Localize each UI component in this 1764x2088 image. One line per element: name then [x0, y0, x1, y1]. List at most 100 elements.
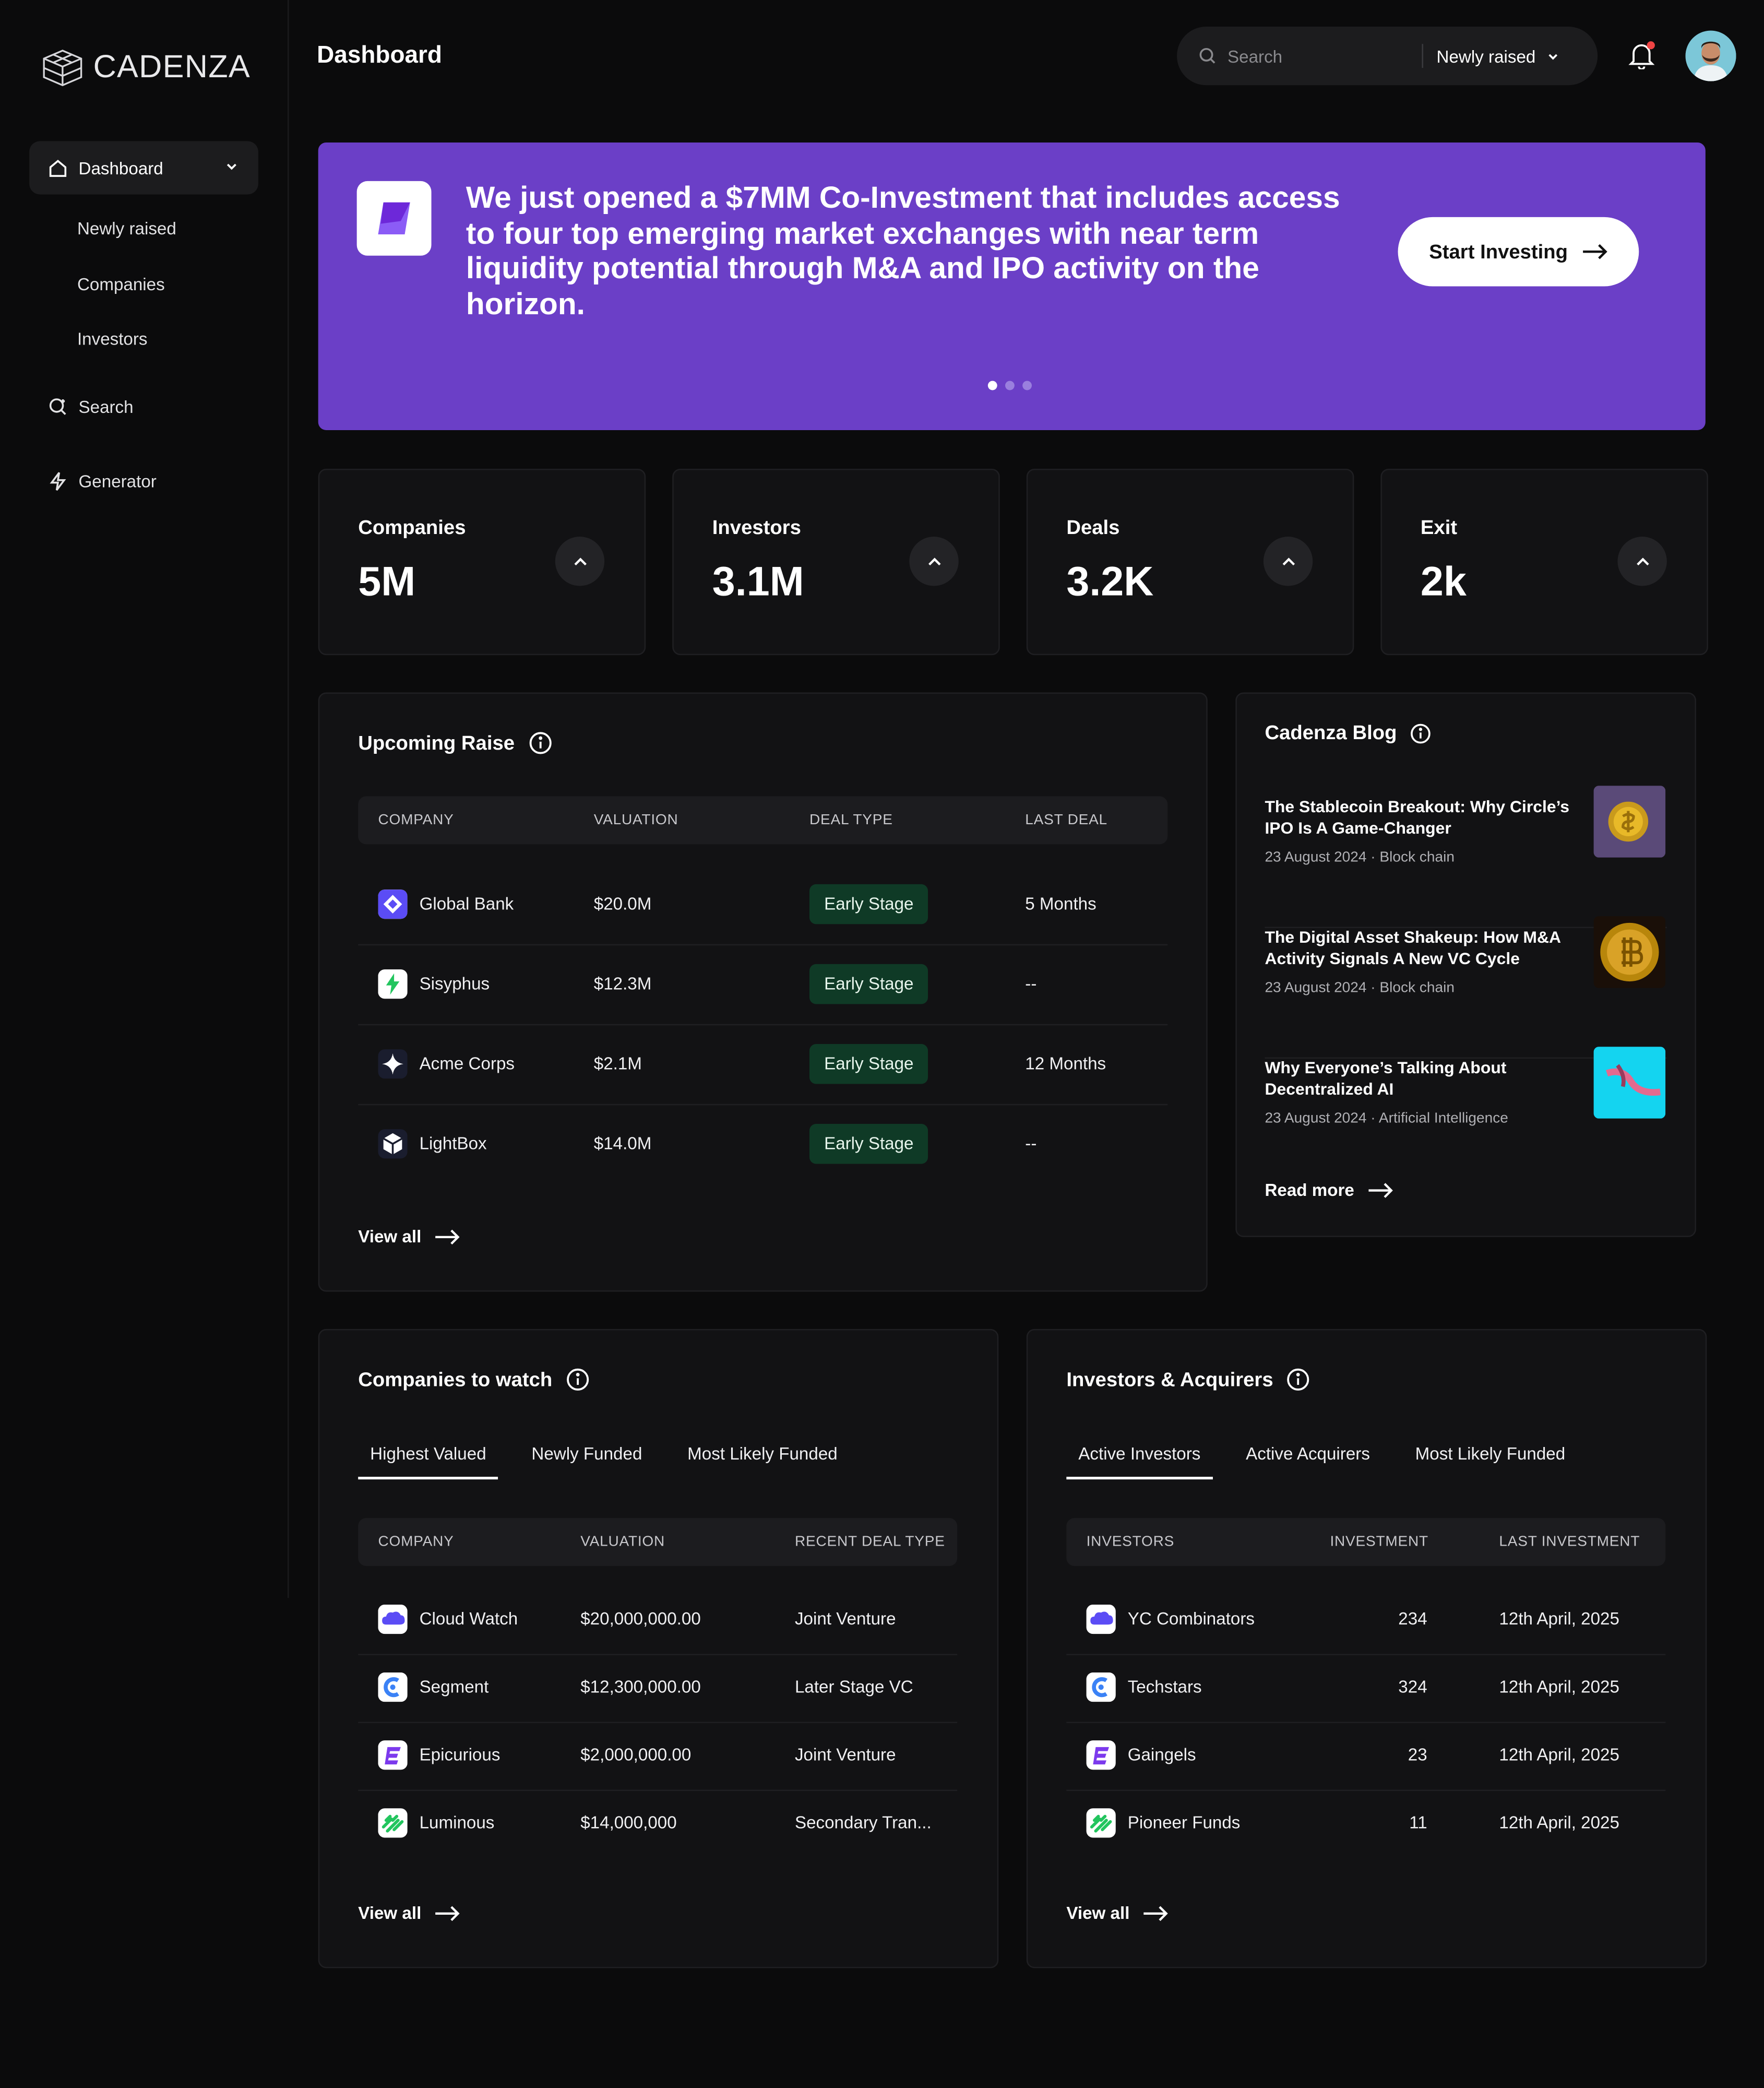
read-more-label: Read more	[1265, 1180, 1354, 1200]
table-row[interactable]: Sisyphus $12.3M Early Stage --	[358, 944, 1168, 1026]
notifications-button[interactable]	[1627, 40, 1656, 69]
table-row[interactable]: Pioneer Funds 11 12th April, 2025	[1066, 1790, 1665, 1858]
stat-toggle-button[interactable]	[1263, 537, 1313, 586]
blog-post-title[interactable]: The Digital Asset Shakeup: How M&A Activ…	[1265, 927, 1579, 969]
table-row[interactable]: Gaingels 23 12th April, 2025	[1066, 1722, 1666, 1792]
info-icon[interactable]	[1410, 722, 1432, 744]
stat-toggle-button[interactable]	[909, 537, 959, 586]
blog-post-thumbnail[interactable]	[1593, 786, 1666, 858]
stat-value: 3.2K	[1066, 557, 1154, 605]
blog-post[interactable]: The Stablecoin Breakout: Why Circle’s IP…	[1265, 786, 1667, 929]
chevron-down-icon	[1549, 53, 1558, 60]
blog-post-title[interactable]: Why Everyone’s Talking About Decentraliz…	[1265, 1057, 1579, 1100]
stat-value: 5M	[358, 557, 416, 605]
filter-select[interactable]: Newly raised	[1437, 46, 1561, 66]
sidebar-subitem-newly-raised[interactable]: Newly raised	[77, 218, 176, 238]
sidebar-item-search[interactable]: Search	[48, 397, 134, 417]
column-header[interactable]: VALUATION	[594, 812, 678, 828]
stat-toggle-button[interactable]	[555, 537, 605, 586]
bitcoin-image-icon	[1593, 916, 1666, 988]
start-investing-button[interactable]: Start Investing	[1398, 217, 1639, 287]
blog-post-title[interactable]: The Stablecoin Breakout: Why Circle’s IP…	[1265, 796, 1579, 839]
sidebar-subitem-companies[interactable]: Companies	[77, 275, 165, 294]
column-header[interactable]: DEAL TYPE	[809, 812, 893, 828]
valuation: $12.3M	[593, 973, 652, 994]
column-header[interactable]: COMPANY	[378, 1534, 454, 1550]
last-deal: 12 Months	[1025, 1053, 1106, 1074]
investment-count: 234	[1398, 1608, 1427, 1629]
table-row[interactable]: LightBox $14.0M Early Stage --	[358, 1104, 1167, 1184]
table-row[interactable]: Luminous $14,000,000 Secondary Tran...	[358, 1790, 957, 1858]
avatar[interactable]	[1685, 30, 1736, 81]
company-name: Cloud Watch	[419, 1608, 518, 1629]
company-name: Segment	[419, 1676, 489, 1696]
tab-highest-valued[interactable]: Highest Valued	[358, 1437, 499, 1480]
info-icon[interactable]	[566, 1368, 590, 1392]
info-icon[interactable]	[528, 731, 552, 755]
table-row[interactable]: Acme Corps $2.1M Early Stage 12 Months	[358, 1024, 1168, 1106]
investor-name: YC Combinators	[1127, 1608, 1255, 1629]
column-header[interactable]: RECENT DEAL TYPE	[795, 1534, 945, 1550]
deal-type: Later Stage VC	[794, 1676, 913, 1696]
table-row[interactable]: Techstars 324 12th April, 2025	[1066, 1654, 1666, 1723]
last-deal: --	[1025, 1133, 1037, 1154]
search-input[interactable]	[1224, 44, 1417, 67]
valuation: $14.0M	[593, 1133, 652, 1154]
global-bank-logo-icon	[378, 889, 408, 919]
table-row[interactable]: Epicurious $2,000,000.00 Joint Venture	[358, 1722, 958, 1792]
chevron-down-icon[interactable]	[224, 159, 240, 175]
tab-most-likely-funded[interactable]: Most Likely Funded	[1403, 1437, 1578, 1480]
blog-post-meta: 23 August 2024 · Block chain	[1265, 849, 1455, 866]
stat-card-companies: Companies 5M	[318, 468, 646, 656]
tab-most-likely-funded[interactable]: Most Likely Funded	[675, 1437, 850, 1480]
blog-post[interactable]: Why Everyone’s Talking About Decentraliz…	[1265, 1047, 1666, 1188]
tab-active-acquirers[interactable]: Active Acquirers	[1234, 1437, 1382, 1480]
column-header[interactable]: LAST INVESTMENT	[1499, 1534, 1640, 1550]
chevron-up-icon	[1282, 557, 1294, 565]
blog-post[interactable]: The Digital Asset Shakeup: How M&A Activ…	[1265, 916, 1667, 1059]
tab-bar: Active Investors Active Acquirers Most L…	[1066, 1437, 1599, 1480]
companies-to-watch-title: Companies to watch	[358, 1368, 590, 1392]
stat-toggle-button[interactable]	[1617, 537, 1667, 586]
blog-post-thumbnail[interactable]	[1593, 916, 1666, 988]
deal-type-badge: Early Stage	[809, 884, 928, 924]
logo[interactable]: CADENZA	[40, 48, 251, 88]
sidebar-item-generator[interactable]: Generator	[48, 471, 157, 491]
valuation: $20.0M	[593, 893, 652, 914]
info-icon[interactable]	[1286, 1368, 1310, 1392]
carousel-dot[interactable]	[1005, 381, 1015, 390]
table-row[interactable]: Segment $12,300,000.00 Later Stage VC	[358, 1654, 958, 1723]
column-header[interactable]: COMPANY	[378, 812, 454, 828]
read-more-link[interactable]: Read more	[1265, 1180, 1394, 1200]
stat-label: Exit	[1420, 516, 1458, 540]
table-row[interactable]: Global Bank $20.0M Early Stage 5 Months	[358, 864, 1168, 946]
view-all-link[interactable]: View all	[1066, 1903, 1170, 1923]
carousel-dot[interactable]	[987, 381, 997, 390]
cloud-watch-logo-icon	[378, 1604, 408, 1634]
sisyphus-logo-icon	[378, 969, 408, 999]
sidebar-subitem-investors[interactable]: Investors	[77, 329, 148, 349]
investor-name: Techstars	[1127, 1676, 1202, 1696]
tab-active-investors[interactable]: Active Investors	[1066, 1437, 1212, 1480]
last-investment: 12th April, 2025	[1499, 1744, 1619, 1765]
gaingels-logo-icon	[1086, 1740, 1116, 1770]
view-all-link[interactable]: View all	[358, 1226, 461, 1247]
column-header[interactable]: INVESTORS	[1087, 1534, 1175, 1550]
column-header[interactable]: LAST DEAL	[1025, 812, 1107, 828]
carousel-dot[interactable]	[1022, 381, 1032, 390]
sidebar-item-dashboard[interactable]: Dashboard	[29, 141, 258, 195]
valuation: $2,000,000.00	[580, 1744, 692, 1765]
table-row[interactable]: Cloud Watch $20,000,000.00 Joint Venture	[358, 1586, 958, 1655]
upcoming-raise-title: Upcoming Raise	[358, 731, 552, 755]
company-name: Global Bank	[419, 893, 514, 914]
stat-card-exit: Exit 2k	[1380, 468, 1708, 656]
yc-combinators-logo-icon	[1086, 1604, 1116, 1634]
table-row[interactable]: YC Combinators 234 12th April, 2025	[1066, 1586, 1666, 1655]
column-header[interactable]: INVESTMENT	[1330, 1534, 1428, 1550]
tab-newly-funded[interactable]: Newly Funded	[519, 1437, 654, 1480]
view-all-link[interactable]: View all	[358, 1903, 461, 1923]
company-name: Luminous	[419, 1812, 495, 1833]
blog-post-thumbnail[interactable]	[1593, 1047, 1666, 1119]
sidebar-item-label: Generator	[78, 471, 157, 492]
column-header[interactable]: VALUATION	[580, 1534, 665, 1550]
